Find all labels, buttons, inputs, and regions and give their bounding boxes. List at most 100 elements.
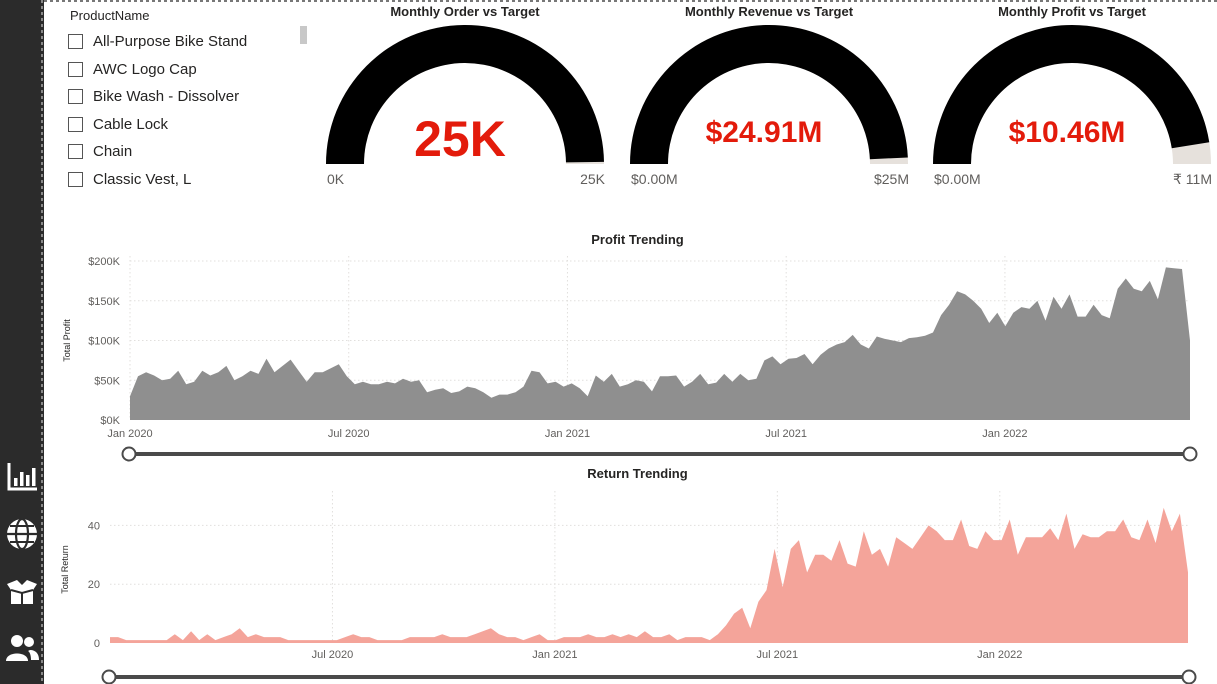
data-point[interactable]	[1133, 288, 1135, 290]
data-point[interactable]	[956, 290, 958, 292]
data-point[interactable]	[465, 636, 467, 638]
data-point[interactable]	[1009, 518, 1011, 520]
data-point[interactable]	[1163, 507, 1165, 509]
data-point[interactable]	[1025, 536, 1027, 538]
data-point[interactable]	[169, 378, 171, 380]
data-point[interactable]	[1149, 280, 1151, 282]
data-point[interactable]	[771, 355, 773, 357]
area-series[interactable]	[130, 267, 1190, 420]
box-icon[interactable]	[4, 574, 40, 610]
data-point[interactable]	[903, 542, 905, 544]
data-point[interactable]	[247, 636, 249, 638]
data-point[interactable]	[765, 589, 767, 591]
data-point[interactable]	[474, 633, 476, 635]
data-point[interactable]	[1036, 300, 1038, 302]
data-point[interactable]	[836, 343, 838, 345]
data-point[interactable]	[328, 639, 330, 641]
data-point[interactable]	[1138, 539, 1140, 541]
data-point[interactable]	[370, 383, 372, 385]
data-point[interactable]	[346, 375, 348, 377]
data-point[interactable]	[798, 539, 800, 541]
data-point[interactable]	[193, 381, 195, 383]
data-point[interactable]	[709, 639, 711, 641]
data-point[interactable]	[281, 365, 283, 367]
data-point[interactable]	[547, 639, 549, 641]
data-point[interactable]	[474, 387, 476, 389]
data-point[interactable]	[587, 395, 589, 397]
data-point[interactable]	[239, 627, 241, 629]
data-point[interactable]	[844, 341, 846, 343]
data-point[interactable]	[1092, 304, 1094, 306]
data-point[interactable]	[434, 389, 436, 391]
data-point[interactable]	[279, 636, 281, 638]
data-point[interactable]	[1109, 317, 1111, 319]
data-point[interactable]	[1041, 536, 1043, 538]
slicer-item[interactable]: Bike Wash - Dissolver	[68, 83, 247, 111]
data-point[interactable]	[386, 381, 388, 383]
checkbox[interactable]	[68, 89, 83, 105]
data-point[interactable]	[876, 335, 878, 337]
data-point[interactable]	[320, 639, 322, 641]
data-point[interactable]	[490, 397, 492, 399]
data-point[interactable]	[628, 633, 630, 635]
data-point[interactable]	[174, 633, 176, 635]
data-point[interactable]	[249, 370, 251, 372]
data-point[interactable]	[1114, 530, 1116, 532]
data-point[interactable]	[651, 390, 653, 392]
data-point[interactable]	[418, 379, 420, 381]
data-point[interactable]	[887, 565, 889, 567]
data-point[interactable]	[619, 385, 621, 387]
data-point[interactable]	[206, 633, 208, 635]
data-point[interactable]	[611, 373, 613, 375]
data-point[interactable]	[506, 393, 508, 395]
data-point[interactable]	[255, 633, 257, 635]
data-point[interactable]	[297, 370, 299, 372]
data-point[interactable]	[271, 636, 273, 638]
data-point[interactable]	[773, 548, 775, 550]
data-point[interactable]	[782, 586, 784, 588]
data-point[interactable]	[562, 385, 564, 387]
data-point[interactable]	[425, 636, 427, 638]
data-point[interactable]	[402, 378, 404, 380]
data-point[interactable]	[838, 539, 840, 541]
data-point[interactable]	[659, 375, 661, 377]
data-point[interactable]	[944, 539, 946, 541]
data-point[interactable]	[177, 370, 179, 372]
data-point[interactable]	[860, 343, 862, 345]
data-point[interactable]	[1020, 306, 1022, 308]
data-point[interactable]	[627, 383, 629, 385]
data-point[interactable]	[190, 630, 192, 632]
data-point[interactable]	[1084, 315, 1086, 317]
data-point[interactable]	[233, 379, 235, 381]
data-point[interactable]	[394, 382, 396, 384]
data-point[interactable]	[863, 530, 865, 532]
data-point[interactable]	[1125, 277, 1127, 279]
data-point[interactable]	[352, 633, 354, 635]
data-point[interactable]	[538, 633, 540, 635]
data-point[interactable]	[546, 382, 548, 384]
data-point[interactable]	[643, 381, 645, 383]
data-point[interactable]	[900, 341, 902, 343]
data-point[interactable]	[830, 560, 832, 562]
data-point[interactable]	[530, 636, 532, 638]
data-point[interactable]	[1157, 298, 1159, 300]
data-point[interactable]	[1146, 518, 1148, 520]
range-slider-start-handle[interactable]	[121, 446, 137, 462]
data-point[interactable]	[1012, 312, 1014, 314]
data-point[interactable]	[362, 381, 364, 383]
data-point[interactable]	[198, 639, 200, 641]
data-point[interactable]	[311, 639, 313, 641]
checkbox[interactable]	[68, 34, 83, 50]
data-point[interactable]	[747, 379, 749, 381]
data-point[interactable]	[482, 391, 484, 393]
data-point[interactable]	[940, 314, 942, 316]
data-point[interactable]	[814, 554, 816, 556]
data-point[interactable]	[522, 639, 524, 641]
data-point[interactable]	[1068, 293, 1070, 295]
data-point[interactable]	[699, 373, 701, 375]
data-point[interactable]	[263, 636, 265, 638]
range-slider-start-handle[interactable]	[101, 669, 117, 684]
data-point[interactable]	[273, 371, 275, 373]
data-point[interactable]	[855, 565, 857, 567]
slicer-item[interactable]: Classic Vest, L	[68, 166, 247, 194]
